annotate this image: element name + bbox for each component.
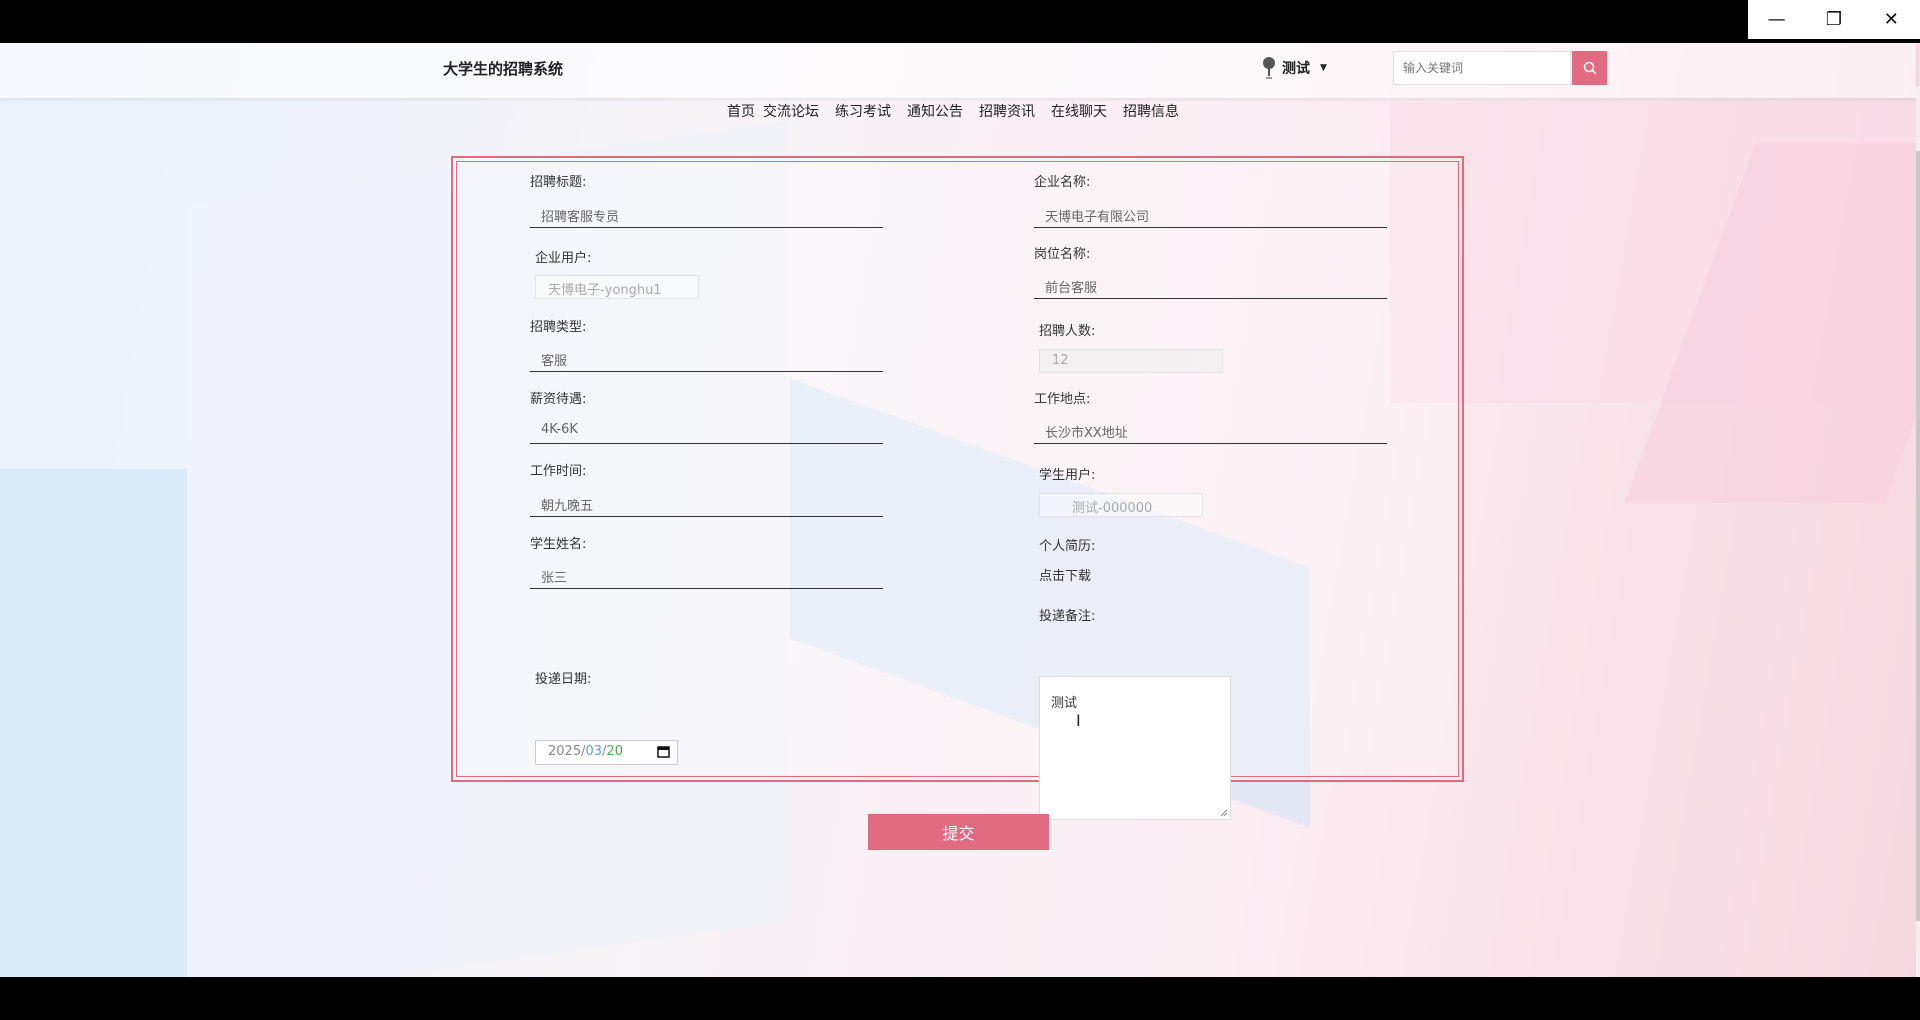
date-day: 20: [606, 744, 623, 759]
site-title: 大学生的招聘系统: [443, 60, 564, 78]
company-user-label: 企业用户:: [535, 251, 592, 266]
nav-item-chat[interactable]: 在线聊天: [1051, 101, 1107, 121]
submit-date-label: 投递日期:: [535, 672, 592, 687]
date-year: 2025: [548, 744, 582, 759]
search-input[interactable]: [1394, 52, 1565, 84]
background-shape: [0, 469, 187, 977]
work-location-input[interactable]: 长沙市XX地址: [1034, 416, 1387, 444]
note-label: 投递备注:: [1039, 609, 1096, 624]
search-icon: [1583, 61, 1597, 75]
student-user-label: 学生用户:: [1039, 468, 1096, 483]
user-menu[interactable]: 测试 ▼: [1262, 56, 1327, 80]
work-time-label: 工作时间:: [530, 464, 587, 479]
restore-button[interactable]: ❐: [1814, 5, 1854, 35]
student-name-input[interactable]: 张三: [530, 561, 883, 589]
company-name-input[interactable]: 天博电子有限公司: [1034, 200, 1387, 228]
work-location-label: 工作地点:: [1034, 392, 1091, 407]
nav-item-news[interactable]: 招聘资讯: [979, 101, 1035, 121]
date-month: 03: [585, 744, 603, 759]
headcount-input[interactable]: 12: [1039, 349, 1223, 373]
close-button[interactable]: ✕: [1871, 5, 1911, 35]
window-controls: — ❐ ✕: [1748, 0, 1920, 39]
student-name-label: 学生姓名:: [530, 537, 587, 552]
resize-handle-icon[interactable]: [1220, 809, 1228, 817]
submit-date-input[interactable]: 2025/03/20: [535, 740, 678, 765]
company-user-input[interactable]: 天博电子-yonghu1: [535, 275, 699, 299]
resume-download-link[interactable]: 点击下载: [1039, 565, 1091, 584]
main-nav: 首页 交流论坛 练习考试 通知公告 招聘资讯 在线聊天 招聘信息: [727, 101, 1195, 121]
calendar-icon[interactable]: [657, 745, 670, 758]
note-text: 测试: [1051, 696, 1078, 711]
text-cursor-icon: I: [1076, 711, 1081, 730]
position-name-input[interactable]: 前台客服: [1034, 271, 1387, 299]
scrollbar[interactable]: [1916, 86, 1920, 977]
note-textarea[interactable]: 测试: [1039, 676, 1231, 820]
recruit-title-label: 招聘标题:: [530, 175, 587, 190]
salary-label: 薪资待遇:: [530, 392, 587, 407]
caret-down-icon: ▼: [1320, 63, 1327, 73]
work-time-input[interactable]: 朝九晚五: [530, 489, 883, 517]
recruit-type-label: 招聘类型:: [530, 320, 587, 335]
user-avatar-icon: [1263, 57, 1275, 79]
salary-input[interactable]: 4K-6K: [530, 416, 883, 444]
nav-item-notice[interactable]: 通知公告: [907, 101, 963, 121]
application-form: [451, 156, 1464, 782]
nav-item-jobs[interactable]: 招聘信息: [1123, 101, 1179, 121]
search-button[interactable]: [1572, 51, 1607, 85]
position-name-label: 岗位名称:: [1034, 247, 1091, 262]
submit-button[interactable]: 提交: [868, 814, 1049, 850]
student-user-input[interactable]: 测试-000000: [1039, 493, 1203, 517]
recruit-type-input[interactable]: 客服: [530, 344, 883, 372]
resume-label: 个人简历:: [1039, 539, 1096, 554]
top-header: 大学生的招聘系统 测试 ▼: [0, 43, 1916, 98]
user-name: 测试: [1282, 61, 1310, 77]
page-viewport: 大学生的招聘系统 测试 ▼ 首页 交流论坛 练习考试 通知公告 招聘资讯 在线聊…: [0, 43, 1920, 977]
company-name-label: 企业名称:: [1034, 175, 1091, 190]
search-field[interactable]: [1393, 51, 1571, 85]
nav-item-home[interactable]: 首页: [727, 101, 755, 121]
headcount-label: 招聘人数:: [1039, 324, 1096, 339]
window-titlebar: — ❐ ✕: [0, 0, 1920, 43]
nav-item-forum[interactable]: 交流论坛: [763, 101, 819, 121]
scrollbar-thumb[interactable]: [1916, 151, 1920, 921]
minimize-button[interactable]: —: [1757, 5, 1797, 35]
recruit-title-input[interactable]: 招聘客服专员: [530, 200, 883, 228]
nav-item-exam[interactable]: 练习考试: [835, 101, 891, 121]
form-inner-border: [456, 161, 1459, 777]
